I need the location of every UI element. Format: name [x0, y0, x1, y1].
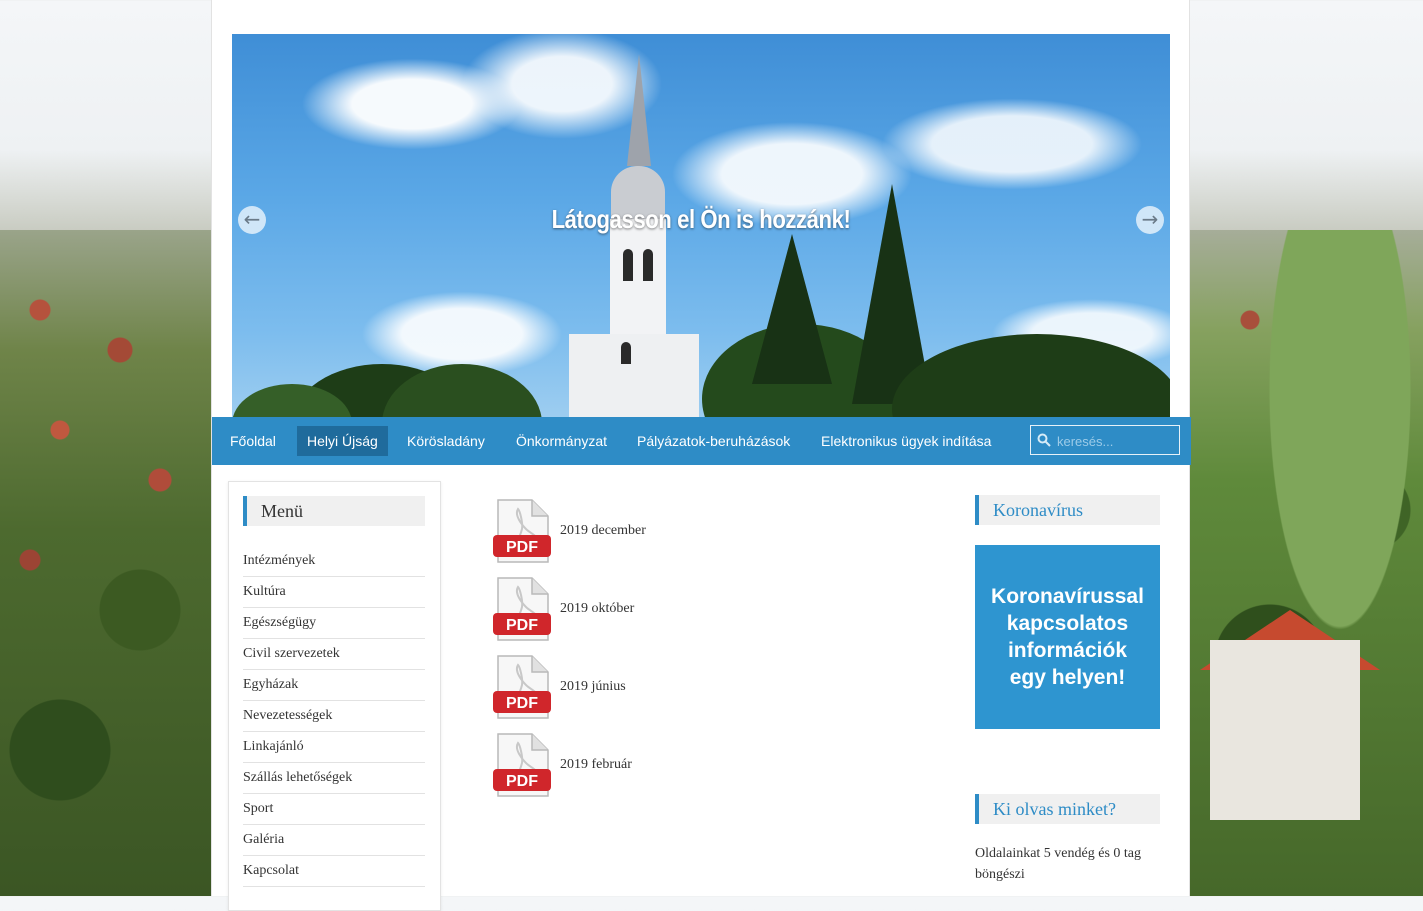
menu-list: Intézmények Kultúra Egészségügy Civil sz…: [243, 546, 425, 887]
page-container: Látogasson el Ön is hozzánk! ← → Főoldal…: [211, 0, 1191, 911]
menu-item-kultura[interactable]: Kultúra: [243, 577, 425, 608]
hero-slider: Látogasson el Ön is hozzánk! ← →: [232, 34, 1170, 417]
pdf-file-icon: PDF: [493, 499, 551, 563]
pdf-label[interactable]: 2019 június: [560, 679, 626, 695]
covid-banner-line: egy helyen!: [1009, 666, 1126, 689]
covid-banner-line: információk: [1007, 639, 1127, 662]
covid-banner-line: Koronavírussal: [991, 585, 1144, 608]
svg-text:PDF: PDF: [506, 617, 538, 634]
arrow-right-icon: →: [1141, 207, 1159, 231]
pdf-file-icon: PDF: [493, 733, 551, 797]
covid-banner-line: kapcsolatos: [1006, 612, 1129, 635]
slider-next-button[interactable]: →: [1136, 206, 1164, 234]
background-village-left: [0, 230, 212, 896]
search-input[interactable]: [1055, 429, 1177, 453]
menu-item-intezmenyek[interactable]: Intézmények: [243, 546, 425, 577]
nav-item-koroslad[interactable]: Körösladány: [397, 426, 495, 456]
menu-item-civil-szervezetek[interactable]: Civil szervezetek: [243, 639, 425, 670]
pdf-file-icon: PDF: [493, 577, 551, 641]
slider-prev-button[interactable]: ←: [238, 206, 266, 234]
menu-title: Menü: [243, 496, 425, 526]
readers-widget-title: Ki olvas minket?: [975, 794, 1160, 824]
menu-item-galeria[interactable]: Galéria: [243, 825, 425, 856]
covid-info-banner[interactable]: Koronavírussal kapcsolatos információk e…: [975, 545, 1160, 729]
pdf-file-icon: PDF: [493, 655, 551, 719]
pdf-label[interactable]: 2019 február: [560, 757, 632, 773]
search-box: [1030, 425, 1180, 455]
menu-item-szallas[interactable]: Szállás lehetőségek: [243, 763, 425, 794]
background-village-right: [1190, 230, 1423, 896]
visitor-count-text: Oldalainkat 5 vendég és 0 tag böngészi: [975, 846, 1142, 882]
menu-item-sport[interactable]: Sport: [243, 794, 425, 825]
menu-item-egyhazak[interactable]: Egyházak: [243, 670, 425, 701]
svg-text:PDF: PDF: [506, 695, 538, 712]
nav-item-helyi-ujsag[interactable]: Helyi Újság: [297, 426, 388, 456]
menu-item-nevezetessegek[interactable]: Nevezetességek: [243, 701, 425, 732]
menu-item-linkajanlo[interactable]: Linkajánló: [243, 732, 425, 763]
side-menu: Menü Intézmények Kultúra Egészségügy Civ…: [228, 481, 441, 911]
nav-item-palyazatok[interactable]: Pályázatok-beruházások: [627, 426, 800, 456]
nav-item-onkormanyzat[interactable]: Önkormányzat: [506, 426, 617, 456]
covid-widget-title: Koronavírus: [975, 495, 1160, 525]
nav-item-fooldal[interactable]: Főoldal: [220, 426, 286, 456]
pdf-label[interactable]: 2019 december: [560, 523, 646, 539]
menu-item-kapcsolat[interactable]: Kapcsolat: [243, 856, 425, 887]
hero-caption: Látogasson el Ön is hozzánk!: [551, 204, 851, 234]
main-nav: Főoldal Helyi Újság Körösladány Önkormán…: [212, 417, 1191, 465]
search-icon: [1037, 433, 1051, 447]
svg-text:PDF: PDF: [506, 539, 538, 556]
menu-item-egeszsegugy[interactable]: Egészségügy: [243, 608, 425, 639]
nav-item-elektronikus-ugyek[interactable]: Elektronikus ügyek indítása: [811, 426, 1001, 456]
svg-text:PDF: PDF: [506, 773, 538, 790]
pdf-label[interactable]: 2019 október: [560, 601, 634, 617]
arrow-left-icon: ←: [243, 207, 261, 231]
